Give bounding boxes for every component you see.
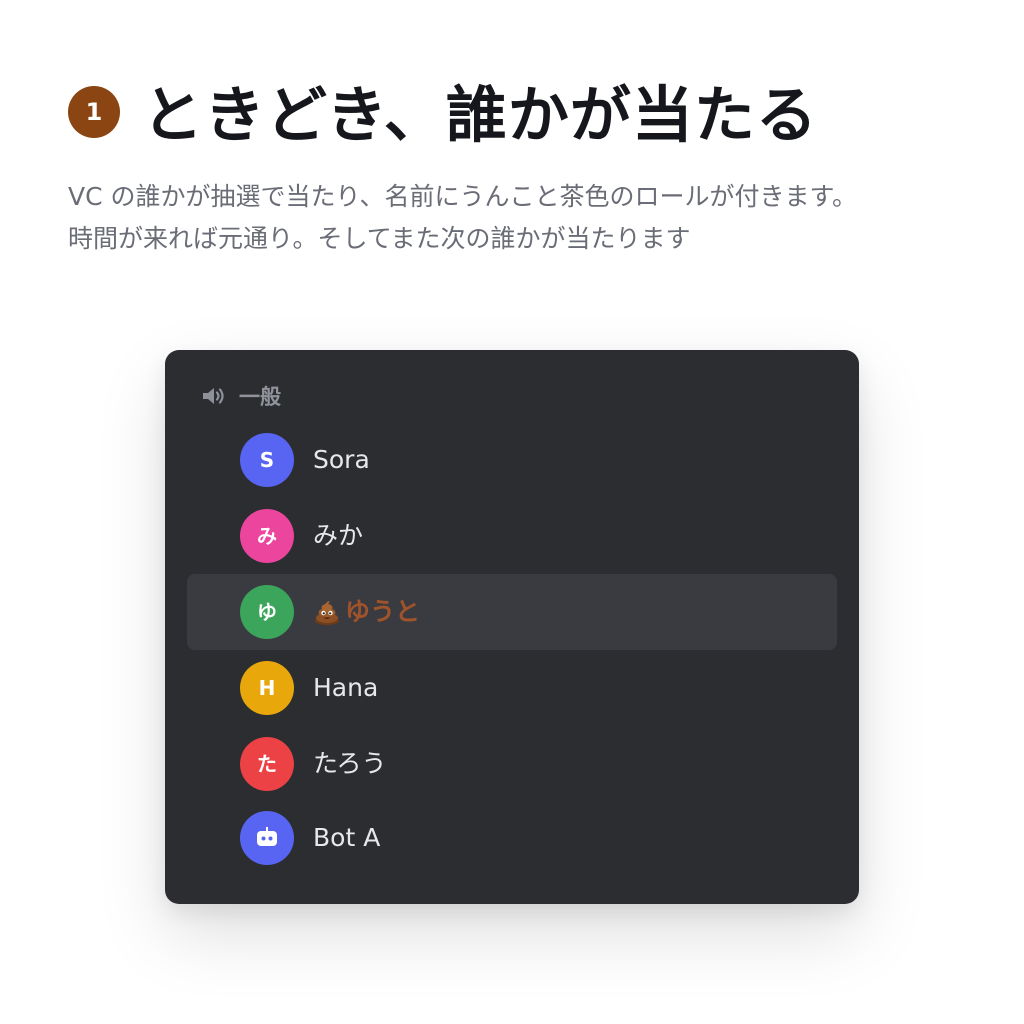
voice-member-row[interactable]: Bot A — [187, 800, 837, 876]
member-name-text: ゆうと — [345, 597, 421, 626]
voice-member-row-highlighted[interactable]: ゆ ゆうと — [187, 574, 837, 650]
description-line-1: VC の誰かが抽選で当たり、名前にうんこと茶色のロールが付きます。 — [68, 182, 858, 211]
member-name: Hana — [313, 673, 379, 702]
avatar: S — [240, 433, 294, 487]
member-name: Sora — [313, 445, 370, 474]
speaker-icon — [201, 385, 239, 407]
avatar: た — [240, 737, 294, 791]
avatar: H — [240, 661, 294, 715]
voice-member-row[interactable]: た たろう — [187, 726, 837, 802]
voice-channel-panel: 一般 S Sora み みか ゆ ゆうと H Hana た たろう Bot A — [165, 350, 859, 904]
section-title: ときどき、誰かが当たる — [142, 80, 818, 151]
voice-member-row[interactable]: S Sora — [187, 422, 837, 498]
avatar: ゆ — [240, 585, 294, 639]
section-description: VC の誰かが抽選で当たり、名前にうんこと茶色のロールが付きます。 時間が来れば… — [68, 176, 968, 260]
avatar: み — [240, 509, 294, 563]
member-name: みか — [313, 521, 364, 550]
description-line-2: 時間が来れば元通り。そしてまた次の誰かが当たります — [68, 224, 691, 253]
poop-emoji-icon — [313, 598, 341, 626]
voice-member-row[interactable]: H Hana — [187, 650, 837, 726]
member-name: Bot A — [313, 823, 381, 852]
step-number-badge: 1 — [68, 86, 120, 138]
member-name: たろう — [313, 749, 387, 778]
member-name-winner: ゆうと — [313, 574, 420, 650]
bot-icon — [240, 827, 294, 849]
voice-channel-name: 一般 — [239, 385, 281, 409]
avatar — [240, 811, 294, 865]
voice-channel-header[interactable]: 一般 — [201, 380, 281, 412]
voice-member-row[interactable]: み みか — [187, 498, 837, 574]
